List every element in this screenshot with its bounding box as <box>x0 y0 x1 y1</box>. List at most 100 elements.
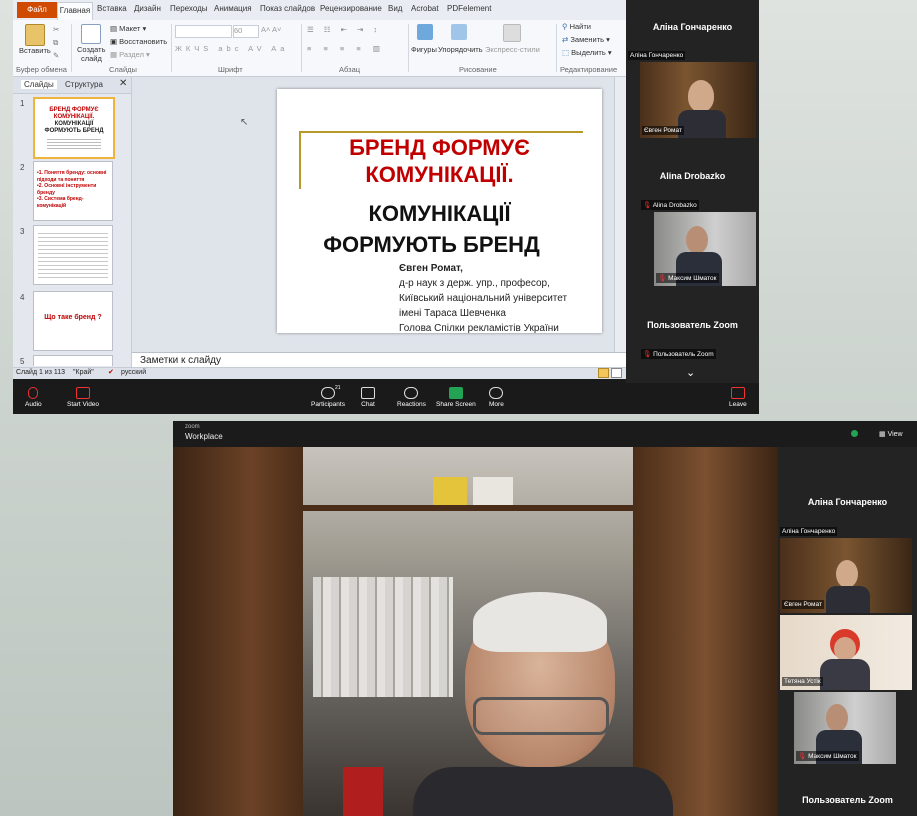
start-video-button[interactable]: Start Video <box>67 387 99 408</box>
participant-video[interactable]: Тетяна Устік <box>780 615 912 690</box>
section-icon: ▦ <box>110 50 120 59</box>
participant-name-large: Пользователь Zoom <box>647 320 738 330</box>
thumb-number: 2 <box>20 163 25 172</box>
slides-group-label: Слайды <box>109 65 137 74</box>
new-slide-button[interactable]: Создать <box>77 45 106 54</box>
notes-pane[interactable]: Заметки к слайду <box>132 352 626 368</box>
share-screen-button[interactable]: Share Screen <box>436 387 476 408</box>
replace-button[interactable]: ⇄ Заменить ▾ <box>562 35 610 44</box>
arrange-button[interactable]: Упорядочить <box>438 45 483 54</box>
new-slide-icon[interactable] <box>81 24 101 44</box>
bookcase-right <box>633 447 778 816</box>
slide-author-block: Євген Ромат, д-р наук з держ. упр., проф… <box>399 261 599 336</box>
view-button[interactable]: ▦ View <box>879 430 903 438</box>
participant-label: 🎙 Пользователь Zoom <box>641 349 716 359</box>
tab-outline[interactable]: Структура <box>65 80 103 89</box>
font-grow-icon[interactable]: A˄ A˅ <box>261 25 281 34</box>
current-slide[interactable]: БРЕНД ФОРМУЄ КОМУНІКАЦІЇ. КОМУНІКАЦІЇ ФО… <box>277 89 602 336</box>
thumb-text: БРЕНД ФОРМУЄ КОМУНІКАЦІЇ. <box>49 107 99 120</box>
tab-acrobat[interactable]: Acrobat <box>411 4 439 13</box>
tab-review[interactable]: Рецензирование <box>320 4 382 13</box>
list-buttons[interactable]: ☰ ☷ ⇤ ⇥ ↕ <box>307 25 381 34</box>
thumb-text: КОМУНІКАЦІЇ ФОРМУЮТЬ БРЕНД <box>44 121 104 134</box>
shapes-button[interactable]: Фигуры <box>411 45 437 54</box>
participant-video[interactable]: 🎙 Максим Шматок <box>794 692 896 764</box>
audio-button[interactable]: Audio <box>25 387 42 408</box>
participant-name-large: Аліна Гончаренко <box>807 497 888 507</box>
tab-home[interactable]: Главная <box>57 2 93 21</box>
slide-title-line: БРЕНД ФОРМУЄ <box>349 135 530 160</box>
font-name-select[interactable] <box>175 25 232 38</box>
thumb-text-lines <box>47 137 101 149</box>
zoom-window-bottom: zoom Workplace ▦ View Аліна Гончаренко А… <box>173 421 917 816</box>
chat-icon <box>361 387 375 399</box>
active-speaker-video[interactable] <box>173 447 778 816</box>
participant-video[interactable]: Євген Ромат <box>640 62 756 138</box>
tab-slides[interactable]: Слайды <box>21 80 57 89</box>
shield-icon[interactable] <box>851 430 858 437</box>
participant-gallery-bottom: Аліна Гончаренко Аліна Гончаренко Євген … <box>778 447 917 816</box>
new-slide-button-line2[interactable]: слайд <box>81 54 102 63</box>
reactions-button[interactable]: Reactions <box>397 387 426 408</box>
find-button[interactable]: ⚲ Найти <box>562 22 591 31</box>
mic-muted-icon: 🎙 <box>643 202 653 209</box>
quick-styles-button[interactable]: Экспресс-стили <box>485 45 540 54</box>
slide-thumbnail-2[interactable]: •1. Поняття бренду: основні підходи та п… <box>33 161 113 221</box>
leave-button[interactable]: Leave <box>729 387 747 408</box>
slide-title-line: КОМУНІКАЦІЇ. <box>365 162 514 187</box>
divider <box>556 24 557 72</box>
format-painter-icon[interactable]: ✎ <box>53 51 59 60</box>
tab-transitions[interactable]: Переходы <box>170 4 208 13</box>
reset-button[interactable]: ▣ Восстановить <box>110 37 167 46</box>
participant-label: Аліна Гончаренко <box>780 527 838 536</box>
more-button[interactable]: More <box>489 387 504 408</box>
normal-view-icon[interactable] <box>598 368 609 378</box>
participant-label: Аліна Гончаренко <box>628 51 686 60</box>
paste-button[interactable]: Вставить <box>19 46 51 55</box>
participant-video[interactable]: 🎙 Максим Шматок <box>654 212 756 286</box>
quick-styles-icon[interactable] <box>503 24 521 42</box>
language[interactable]: русский <box>121 369 146 376</box>
font-size-select[interactable]: 60 <box>233 25 259 38</box>
copy-icon[interactable]: ⧉ <box>53 38 58 48</box>
slide-thumbnail-3[interactable] <box>33 225 113 285</box>
arrange-icon[interactable] <box>451 24 467 40</box>
tab-design[interactable]: Дизайн <box>134 4 161 13</box>
tab-file[interactable]: Файл <box>17 2 57 18</box>
layout-button[interactable]: ▤ Макет ▾ <box>110 24 146 33</box>
paste-icon[interactable] <box>25 24 45 46</box>
font-group-label: Шрифт <box>218 65 243 74</box>
participant-video[interactable]: Євген Ромат <box>780 538 912 613</box>
clipboard-group-label: Буфер обмена <box>16 65 67 74</box>
chat-button[interactable]: Chat <box>361 387 375 408</box>
sorter-view-icon[interactable] <box>611 368 622 378</box>
align-buttons[interactable]: ≡ ≡ ≡ ≡ ▥ <box>307 44 385 53</box>
close-panel-icon[interactable]: ✕ <box>119 78 127 89</box>
chevron-down-icon[interactable]: ⌄ <box>686 366 695 379</box>
mic-muted-icon: 🎙 <box>643 351 654 358</box>
select-button[interactable]: ⬚ Выделить ▾ <box>562 48 612 57</box>
font-format-buttons[interactable]: ЖКЧS abc AV Aa <box>175 44 288 53</box>
shapes-icon[interactable] <box>417 24 433 40</box>
spellcheck-icon[interactable]: ✔ <box>108 368 114 376</box>
tab-animation[interactable]: Анимация <box>214 4 252 13</box>
participant-label: 🎙 Максим Шматок <box>656 273 719 283</box>
tab-slideshow[interactable]: Показ слайдов <box>260 4 315 13</box>
shelf-board <box>303 505 633 511</box>
participant-label: 🎙 Максим Шматок <box>796 751 859 761</box>
section-button[interactable]: ▦ Раздел ▾ <box>110 50 150 59</box>
shelf-item <box>433 477 467 505</box>
slide-thumbnail-4[interactable]: Що таке бренд ? <box>33 291 113 351</box>
participant-name-large: Alina Drobazko <box>659 171 726 181</box>
slide-thumbnail-5[interactable] <box>33 355 113 366</box>
slide-author: Євген Ромат, <box>399 263 463 274</box>
slide-info-line: Київський національний університет <box>399 293 568 304</box>
tab-insert[interactable]: Вставка <box>97 4 127 13</box>
slide-thumbnail-1[interactable]: БРЕНД ФОРМУЄ КОМУНІКАЦІЇ. КОМУНІКАЦІЇ ФО… <box>33 97 115 159</box>
tab-pdfelement[interactable]: PDFelement <box>447 4 491 13</box>
participant-label: 🎙 Alina Drobazko <box>641 200 699 210</box>
tab-view[interactable]: Вид <box>388 4 402 13</box>
person-body <box>678 110 726 138</box>
paragraph-group-label: Абзац <box>339 65 361 74</box>
cut-icon[interactable]: ✂ <box>53 25 59 34</box>
